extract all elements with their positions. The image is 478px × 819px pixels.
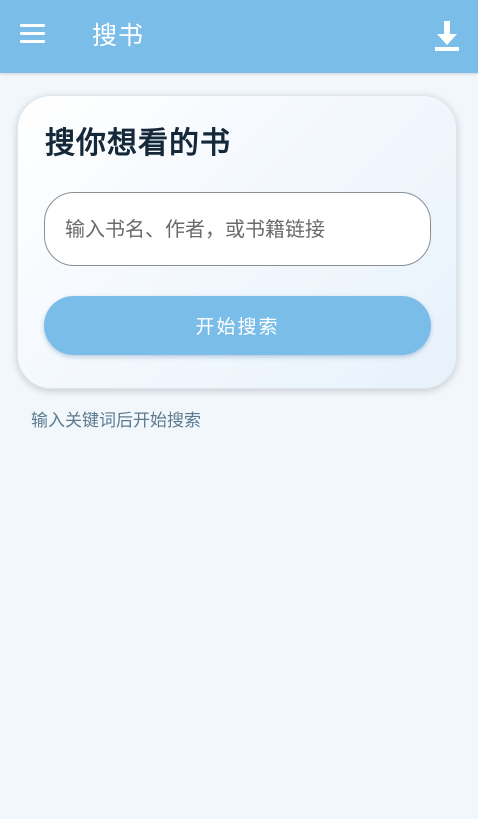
search-card: 搜你想看的书 开始搜索 bbox=[17, 95, 457, 389]
page-title: 搜书 bbox=[92, 21, 145, 50]
search-card-title: 搜你想看的书 bbox=[45, 126, 231, 161]
hamburger-menu-icon[interactable] bbox=[20, 24, 45, 44]
search-hint-text: 输入关键词后开始搜索 bbox=[31, 411, 201, 431]
search-input[interactable] bbox=[44, 192, 431, 266]
start-search-button[interactable]: 开始搜索 bbox=[44, 296, 431, 355]
download-icon[interactable] bbox=[434, 20, 460, 52]
app-bar: 搜书 bbox=[0, 0, 478, 73]
